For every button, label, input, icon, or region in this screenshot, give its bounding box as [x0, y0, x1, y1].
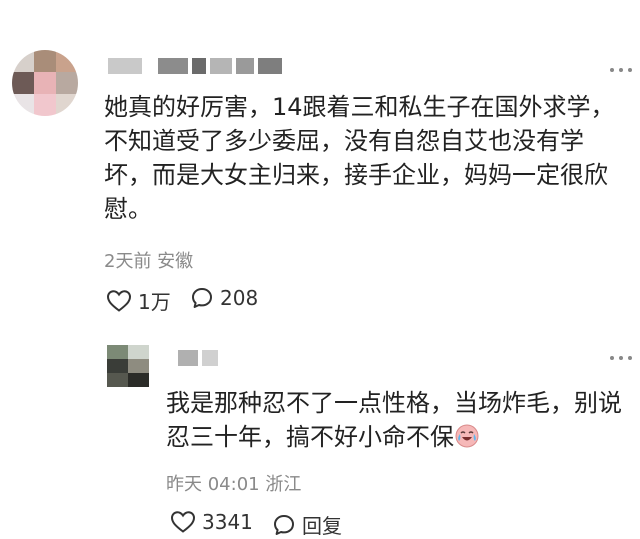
reply-more-options-icon[interactable]: [610, 356, 632, 360]
comment-text-line: 她真的好厉害，14跟着三和私生子在国外求学，: [104, 93, 615, 121]
avatar-pixel-tile: [34, 72, 56, 94]
comment-text-line: 不知道受了多少委屈，没有自怨自艾也没有学: [104, 127, 584, 155]
comment-text-line: 慰。: [104, 195, 152, 223]
reply-button[interactable]: 回复: [272, 510, 342, 539]
avatar-pixel-tile: [12, 94, 34, 116]
speech-bubble-icon: [192, 288, 212, 308]
avatar-pixel-tile: [107, 359, 128, 373]
avatar-pixel-tile: [56, 94, 78, 116]
reply-text: 我是那种忍不了一点性格，当场炸毛，别说 忍三十年，搞不好小命不保: [166, 386, 622, 454]
replier-avatar[interactable]: [107, 345, 149, 387]
commenter-username-blurred[interactable]: [108, 57, 282, 75]
avatar-pixel-tile: [56, 72, 78, 94]
avatar-pixel-tile: [128, 345, 149, 359]
reply-text-line: 我是那种忍不了一点性格，当场炸毛，别说: [166, 389, 622, 417]
avatar-pixel-tile: [107, 373, 128, 387]
avatar-pixel-tile: [128, 373, 149, 387]
reply-time-location: 昨天 04:01 浙江: [166, 474, 302, 495]
avatar-pixel-tile: [12, 50, 34, 72]
comment-reply-count: 208: [220, 286, 259, 310]
reply-text-line: 忍三十年，搞不好小命不保: [166, 420, 622, 454]
heart-icon: [106, 289, 132, 312]
comment-text: 她真的好厉害，14跟着三和私生子在国外求学， 不知道受了多少委屈，没有自怨自艾也…: [104, 90, 615, 226]
comment-like-button[interactable]: 1万: [106, 286, 171, 315]
avatar-pixel-tile: [107, 345, 128, 359]
reply-button-label: 回复: [302, 514, 342, 538]
comment-more-options-icon[interactable]: [610, 68, 632, 72]
reply-like-count: 3341: [202, 510, 253, 534]
comment-reply-count-button[interactable]: 208: [190, 286, 258, 310]
commenter-avatar[interactable]: [12, 50, 78, 116]
heart-icon: [170, 511, 196, 533]
speech-bubble-icon: [274, 514, 294, 535]
reply-text-line-content: 忍三十年，搞不好小命不保: [166, 423, 454, 451]
replier-username-blurred[interactable]: [178, 349, 218, 367]
crying-laughing-face-icon: [455, 424, 479, 448]
comment-time-location: 2天前 安徽: [104, 251, 194, 272]
comment-like-count: 1万: [138, 290, 171, 314]
avatar-pixel-tile: [34, 50, 56, 72]
comment-text-line: 坏，而是大女主归来，接手企业，妈妈一定很欣: [104, 161, 608, 189]
avatar-pixel-tile: [56, 50, 78, 72]
avatar-pixel-tile: [128, 359, 149, 373]
avatar-pixel-tile: [12, 72, 34, 94]
avatar-pixel-tile: [34, 94, 56, 116]
reply-like-button[interactable]: 3341: [170, 510, 253, 534]
